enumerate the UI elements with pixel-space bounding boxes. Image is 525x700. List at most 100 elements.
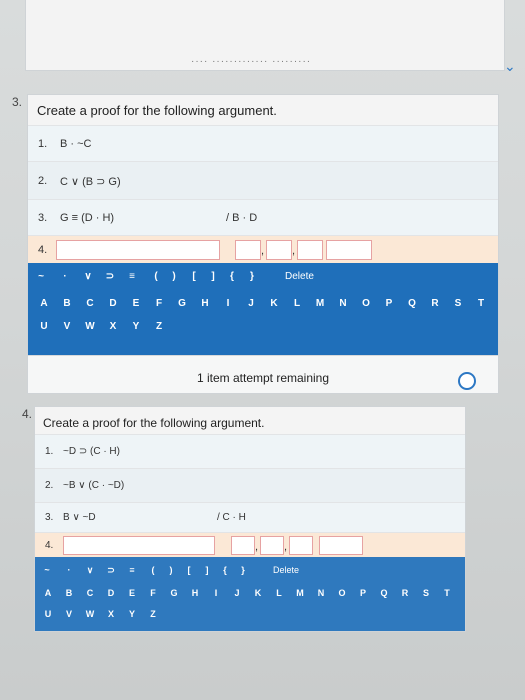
key[interactable]: N xyxy=(336,298,350,309)
delete-key[interactable]: Delete xyxy=(285,271,314,282)
key[interactable]: X xyxy=(106,321,120,332)
key[interactable]: L xyxy=(290,298,304,309)
key[interactable]: S xyxy=(451,298,465,309)
key[interactable]: · xyxy=(58,271,72,282)
key[interactable]: E xyxy=(129,298,143,309)
key[interactable]: E xyxy=(125,588,139,598)
key[interactable]: Q xyxy=(377,588,391,598)
justification-line-input[interactable] xyxy=(266,240,292,260)
key[interactable]: { xyxy=(218,565,232,575)
chevron-down-icon[interactable]: ⌄ xyxy=(504,58,516,75)
key[interactable]: ∨ xyxy=(83,565,97,576)
question-3-panel: Create a proof for the following argumen… xyxy=(27,94,499,394)
key[interactable]: I xyxy=(209,588,223,598)
proof-line-3: 3. G ≡ (D · H) / B · D xyxy=(28,199,498,236)
submit-radio-button[interactable] xyxy=(458,372,476,390)
key[interactable]: · xyxy=(62,565,76,575)
rule-input[interactable] xyxy=(326,240,372,260)
key[interactable]: G xyxy=(175,298,189,309)
key[interactable]: P xyxy=(356,588,370,598)
key[interactable]: U xyxy=(41,609,55,619)
question-title: Create a proof for the following argumen… xyxy=(37,103,277,118)
key[interactable]: O xyxy=(335,588,349,598)
key[interactable]: [ xyxy=(187,271,201,282)
justification-line-input[interactable] xyxy=(235,240,261,260)
justification-line-input[interactable] xyxy=(260,536,284,555)
key[interactable]: A xyxy=(37,298,51,309)
key[interactable]: F xyxy=(152,298,166,309)
key[interactable]: ~ xyxy=(40,565,54,575)
key[interactable]: Q xyxy=(405,298,419,309)
line-number: 1. xyxy=(38,138,48,150)
key[interactable]: C xyxy=(83,298,97,309)
rule-input[interactable] xyxy=(319,536,363,555)
key[interactable]: B xyxy=(60,298,74,309)
justification-line-input[interactable] xyxy=(231,536,255,555)
formula-input[interactable] xyxy=(63,536,215,555)
comma: , xyxy=(292,245,296,257)
key[interactable]: { xyxy=(225,271,239,282)
premise-expression: G ≡ (D · H) xyxy=(60,212,115,224)
key[interactable]: ∨ xyxy=(81,271,95,282)
key[interactable]: S xyxy=(419,588,433,598)
key[interactable]: D xyxy=(104,588,118,598)
key[interactable]: ) xyxy=(164,565,178,575)
key[interactable]: W xyxy=(83,321,97,332)
proof-line-2: 2. ~B ∨ (C · ~D) xyxy=(35,468,465,503)
key[interactable]: X xyxy=(104,609,118,619)
key[interactable]: P xyxy=(382,298,396,309)
key[interactable]: R xyxy=(398,588,412,598)
premise-expression: ~D ⊃ (C · H) xyxy=(63,446,120,457)
key[interactable]: O xyxy=(359,298,373,309)
key[interactable]: [ xyxy=(182,565,196,575)
key[interactable]: ] xyxy=(200,565,214,575)
key[interactable]: ⊃ xyxy=(103,271,117,282)
key[interactable]: ~ xyxy=(34,271,48,282)
key[interactable]: V xyxy=(62,609,76,619)
key[interactable]: ≡ xyxy=(125,565,139,575)
key[interactable]: H xyxy=(198,298,212,309)
justification-line-input[interactable] xyxy=(297,240,323,260)
key[interactable]: C xyxy=(83,588,97,598)
formula-input[interactable] xyxy=(56,240,220,260)
key[interactable]: U xyxy=(37,321,51,332)
key[interactable]: J xyxy=(244,298,258,309)
key[interactable]: M xyxy=(293,588,307,598)
key[interactable]: Z xyxy=(146,609,160,619)
key[interactable]: I xyxy=(221,298,235,309)
delete-key[interactable]: Delete xyxy=(273,565,299,575)
proof-input-line: 4. , , xyxy=(35,532,465,558)
key[interactable]: Y xyxy=(125,609,139,619)
key[interactable]: ( xyxy=(149,271,163,282)
key[interactable]: ] xyxy=(206,271,220,282)
key[interactable]: ≡ xyxy=(125,271,139,282)
key[interactable]: B xyxy=(62,588,76,598)
key[interactable]: K xyxy=(251,588,265,598)
key[interactable]: ) xyxy=(167,271,181,282)
key[interactable]: ⊃ xyxy=(104,565,118,576)
justification-line-input[interactable] xyxy=(289,536,313,555)
key[interactable]: R xyxy=(428,298,442,309)
key[interactable]: T xyxy=(440,588,454,598)
premise-expression: ~B ∨ (C · ~D) xyxy=(63,480,125,491)
key[interactable]: ( xyxy=(146,565,160,575)
question-number: 4. xyxy=(22,407,33,421)
key[interactable]: D xyxy=(106,298,120,309)
key[interactable]: M xyxy=(313,298,327,309)
key[interactable]: Y xyxy=(129,321,143,332)
key[interactable]: N xyxy=(314,588,328,598)
key[interactable]: H xyxy=(188,588,202,598)
key[interactable]: F xyxy=(146,588,160,598)
key[interactable]: L xyxy=(272,588,286,598)
key[interactable]: G xyxy=(167,588,181,598)
key[interactable]: Z xyxy=(152,321,166,332)
key[interactable]: J xyxy=(230,588,244,598)
key[interactable]: W xyxy=(83,609,97,619)
key[interactable]: } xyxy=(245,271,259,282)
attempts-remaining: 1 item attempt remaining xyxy=(196,371,330,385)
key[interactable]: T xyxy=(474,298,488,309)
key[interactable]: K xyxy=(267,298,281,309)
key[interactable]: V xyxy=(60,321,74,332)
key[interactable]: A xyxy=(41,588,55,598)
key[interactable]: } xyxy=(236,565,250,575)
